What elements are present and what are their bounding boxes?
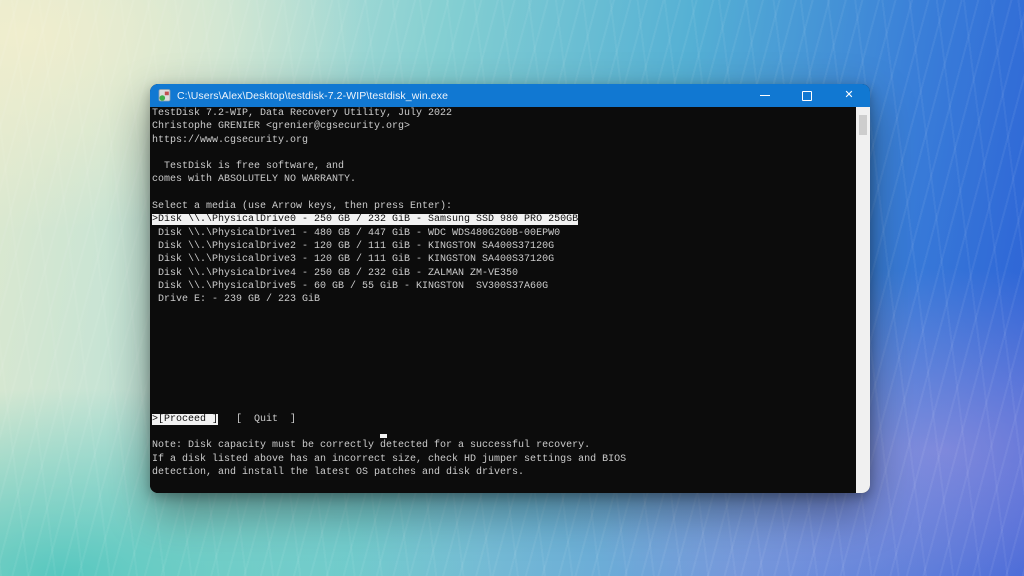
note-line: detection, and install the latest OS pat… [152,466,870,479]
drive-row-selected[interactable]: >Disk \\.\PhysicalDrive0 - 250 GB / 232 … [152,214,578,225]
drive-row[interactable]: Disk \\.\PhysicalDrive5 - 60 GB / 55 GiB… [152,280,870,293]
console-output: TestDisk 7.2-WIP, Data Recovery Utility,… [150,107,870,493]
console-line [152,426,870,439]
minimize-button[interactable] [744,84,786,107]
menu-row: >[Proceed ] [ Quit ] [152,413,870,426]
drive-row[interactable]: Drive E: - 239 GB / 223 GiB [152,293,870,306]
proceed-button[interactable]: >[Proceed ] [152,414,218,425]
drive-row[interactable]: Disk \\.\PhysicalDrive2 - 120 GB / 111 G… [152,240,870,253]
console-line [152,320,870,333]
console-window: C:\Users\Alex\Desktop\testdisk-7.2-WIP\t… [150,84,870,493]
close-icon: ✕ [844,90,853,101]
note-line: If a disk listed above has an incorrect … [152,453,870,466]
app-icon [158,89,171,102]
drive-row[interactable]: Disk \\.\PhysicalDrive4 - 250 GB / 232 G… [152,267,870,280]
console-line [152,346,870,359]
close-button[interactable]: ✕ [828,84,870,107]
console-line [152,360,870,373]
note-line: Note: Disk capacity must be correctly de… [152,439,870,452]
window-titlebar[interactable]: C:\Users\Alex\Desktop\testdisk-7.2-WIP\t… [150,84,870,107]
console-line: Christophe GRENIER <grenier@cgsecurity.o… [152,120,870,133]
console-line [152,187,870,200]
window-title: C:\Users\Alex\Desktop\testdisk-7.2-WIP\t… [177,90,744,102]
console-line: TestDisk 7.2-WIP, Data Recovery Utility,… [152,107,870,120]
text-cursor [380,434,387,438]
console-line [152,147,870,160]
maximize-icon [802,91,812,101]
console-line: TestDisk is free software, and [152,160,870,173]
select-media-prompt: Select a media (use Arrow keys, then pre… [152,200,870,213]
console-line [152,333,870,346]
scrollbar[interactable] [856,107,870,493]
window-controls: ✕ [744,84,870,107]
console-line [152,386,870,399]
drive-row[interactable]: Disk \\.\PhysicalDrive1 - 480 GB / 447 G… [152,227,870,240]
console-line: https://www.cgsecurity.org [152,134,870,147]
scrollbar-thumb[interactable] [859,115,867,135]
drive-row: >Disk \\.\PhysicalDrive0 - 250 GB / 232 … [152,213,870,226]
drive-row[interactable]: Disk \\.\PhysicalDrive3 - 120 GB / 111 G… [152,253,870,266]
console-line [152,400,870,413]
minimize-icon [760,95,770,96]
console-line [152,373,870,386]
console-line [152,306,870,319]
maximize-button[interactable] [786,84,828,107]
desktop-wallpaper: C:\Users\Alex\Desktop\testdisk-7.2-WIP\t… [0,0,1024,576]
menu-gap [218,414,236,425]
console-line: comes with ABSOLUTELY NO WARRANTY. [152,173,870,186]
quit-button[interactable]: [ Quit ] [236,414,296,425]
